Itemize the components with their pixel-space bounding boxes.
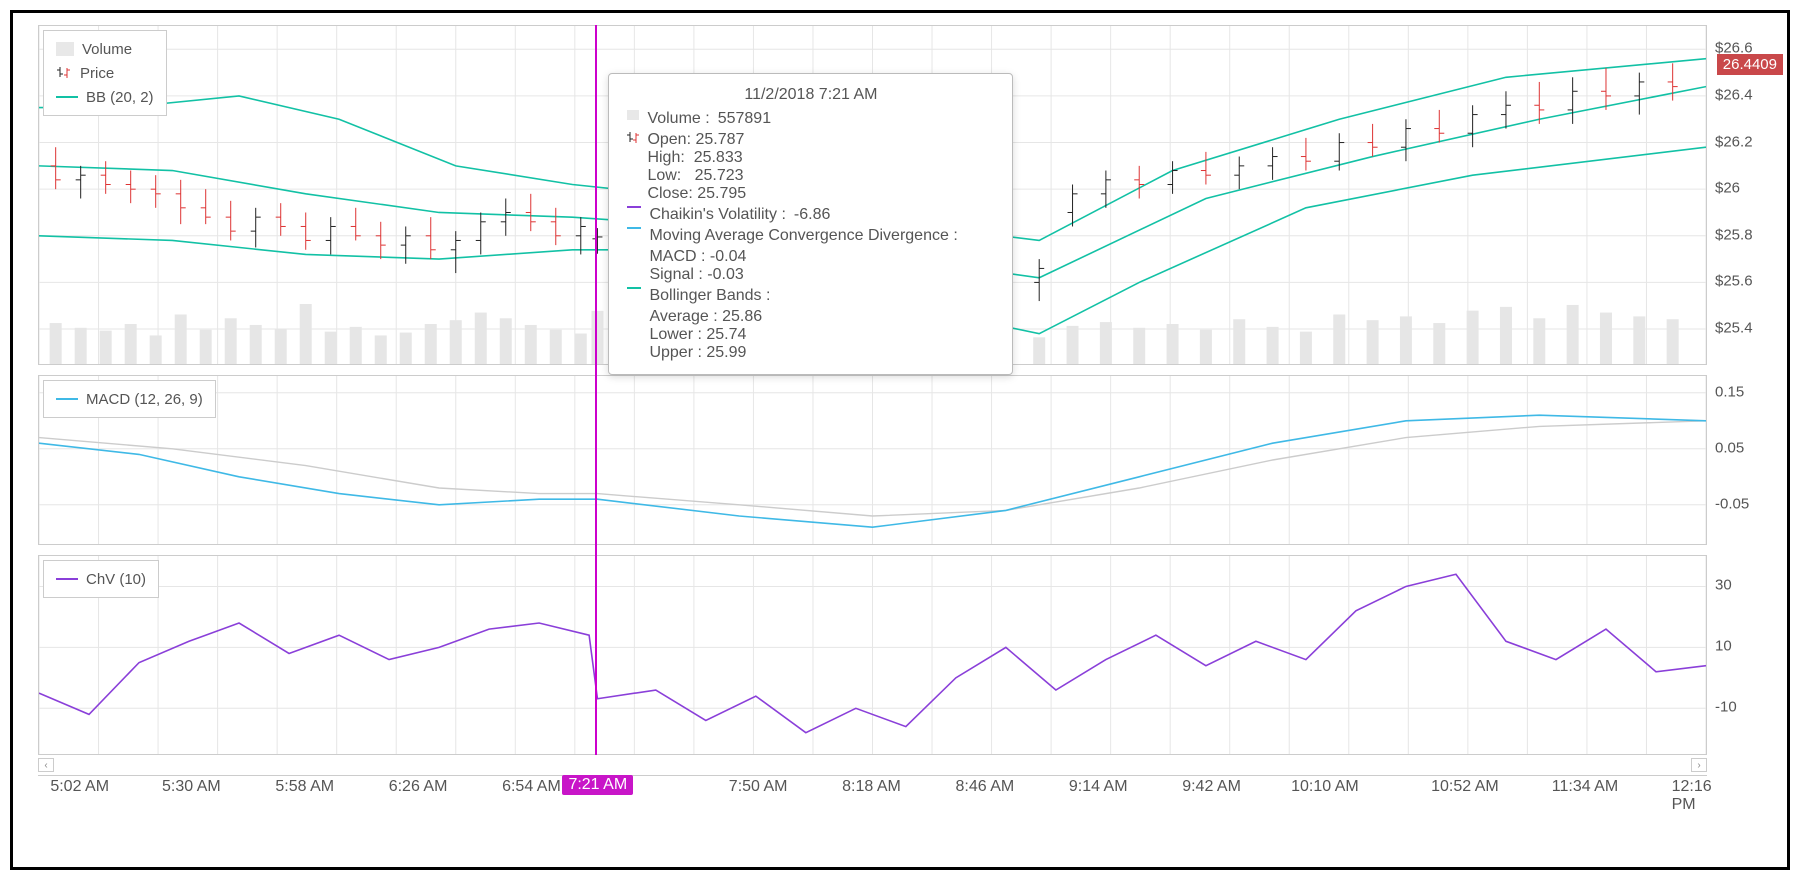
ohlc-icon [627, 131, 639, 145]
price-ytick: $25.6 [1715, 273, 1753, 290]
time-xtick: 5:58 AM [275, 778, 334, 796]
tt-chv-label: Chaikin's Volatility : [649, 206, 785, 224]
time-xtick: 6:26 AM [389, 778, 448, 796]
tooltip-datetime: 11/2/2018 7:21 AM [627, 86, 994, 104]
tt-bb-title: Bollinger Bands : [649, 287, 770, 305]
chv-y-axis: 30 10 -10 [1711, 555, 1787, 755]
time-x-axis: 5:02 AM 5:30 AM 5:58 AM 6:26 AM 6:54 AM7:21 … [38, 775, 1707, 797]
tt-signal-value: -0.03 [707, 266, 743, 283]
tt-bb-avg-label: Average : [649, 308, 717, 325]
macd-swatch-icon [627, 227, 641, 229]
current-price-badge: 26.4409 [1717, 54, 1783, 75]
price-ytick: $25.4 [1715, 320, 1753, 337]
tt-close-value: 25.795 [697, 185, 746, 202]
tt-bb-up-label: Upper : [649, 344, 701, 361]
time-xtick: 10:10 AM [1291, 778, 1359, 796]
time-xtick: 7:50 AM [729, 778, 788, 796]
volume-swatch-icon [56, 42, 74, 56]
time-xtick: 11:34 AM [1552, 778, 1618, 796]
chv-swatch-icon [56, 578, 78, 580]
time-xtick: 8:46 AM [955, 778, 1014, 796]
legend-macd: MACD (12, 26, 9) [86, 391, 203, 408]
legend-bb: BB (20, 2) [86, 89, 154, 106]
crosshair-time-badge: 7:21 AM [562, 775, 633, 795]
time-scrollbar[interactable]: ‹ › [38, 757, 1707, 773]
datapoint-tooltip: 11/2/2018 7:21 AM Volume : 557891 Open: … [608, 73, 1013, 375]
tt-signal-label: Signal : [649, 266, 702, 283]
tt-macd-value: -0.04 [710, 248, 746, 265]
macd-legend: MACD (12, 26, 9) [43, 380, 216, 418]
chv-swatch-icon [627, 206, 641, 208]
tt-bb-low-label: Lower : [649, 326, 701, 343]
tt-open-value: 25.787 [695, 131, 744, 148]
time-xtick: 9:42 AM [1182, 778, 1241, 796]
legend-volume: Volume [82, 41, 132, 58]
price-ytick: $26.2 [1715, 133, 1753, 150]
time-xtick: 5:30 AM [162, 778, 221, 796]
tt-open-label: Open: [647, 131, 691, 148]
macd-ytick: 0.15 [1715, 383, 1744, 400]
price-ytick: $26.4 [1715, 86, 1753, 103]
tt-macd-label: MACD : [649, 248, 705, 265]
crosshair [595, 25, 597, 755]
time-xtick: 12:16 PM [1672, 778, 1712, 814]
time-xtick: 5:02 AM [50, 778, 109, 796]
macd-panel[interactable]: MACD (12, 26, 9) [38, 375, 1707, 545]
macd-ytick: -0.05 [1715, 495, 1749, 512]
price-legend: Volume Price BB (20, 2) [43, 30, 167, 116]
tt-chv-value: -6.86 [794, 206, 830, 224]
price-ytick: $25.8 [1715, 226, 1753, 243]
chv-ytick: -10 [1715, 699, 1737, 716]
macd-swatch-icon [56, 398, 78, 400]
chv-ytick: 30 [1715, 577, 1732, 594]
tt-volume-value: 557891 [718, 110, 771, 128]
tt-bb-avg-value: 25.86 [722, 308, 762, 325]
price-y-axis: $26.6$26.4$26.2$26$25.8$25.6$25.4 [1711, 25, 1787, 365]
tt-low-value: 25.723 [695, 167, 744, 184]
time-xtick: 8:18 AM [842, 778, 901, 796]
time-xtick: 9:14 AM [1069, 778, 1128, 796]
legend-price: Price [80, 65, 114, 82]
scroll-right-button[interactable]: › [1691, 758, 1707, 772]
tt-volume-label: Volume : [647, 110, 709, 128]
financial-chart[interactable]: Volume Price BB (20, 2) $26.6$26.4$26.2$… [10, 10, 1790, 870]
tt-close-label: Close: [647, 185, 692, 202]
tt-high-value: 25.833 [694, 149, 743, 166]
chv-panel[interactable]: ChV (10) [38, 555, 1707, 755]
scroll-left-button[interactable]: ‹ [38, 758, 54, 772]
macd-ytick: 0.05 [1715, 439, 1744, 456]
tt-macd-title: Moving Average Convergence Divergence : [649, 227, 957, 245]
time-xtick: 6:54 AM [502, 778, 561, 796]
tt-low-label: Low: [647, 167, 681, 184]
macd-y-axis: 0.15 0.05 -0.05 [1711, 375, 1787, 545]
time-xtick: 10:52 AM [1431, 778, 1499, 796]
legend-chv: ChV (10) [86, 571, 146, 588]
tt-high-label: High: [647, 149, 684, 166]
chv-legend: ChV (10) [43, 560, 159, 598]
bb-swatch-icon [627, 287, 641, 289]
tt-bb-low-value: 25.74 [706, 326, 746, 343]
volume-swatch-icon [627, 110, 639, 120]
tt-bb-up-value: 25.99 [706, 344, 746, 361]
bb-swatch-icon [56, 96, 78, 98]
price-ytick: $26 [1715, 180, 1740, 197]
chv-ytick: 10 [1715, 638, 1732, 655]
ohlc-icon [56, 65, 72, 81]
